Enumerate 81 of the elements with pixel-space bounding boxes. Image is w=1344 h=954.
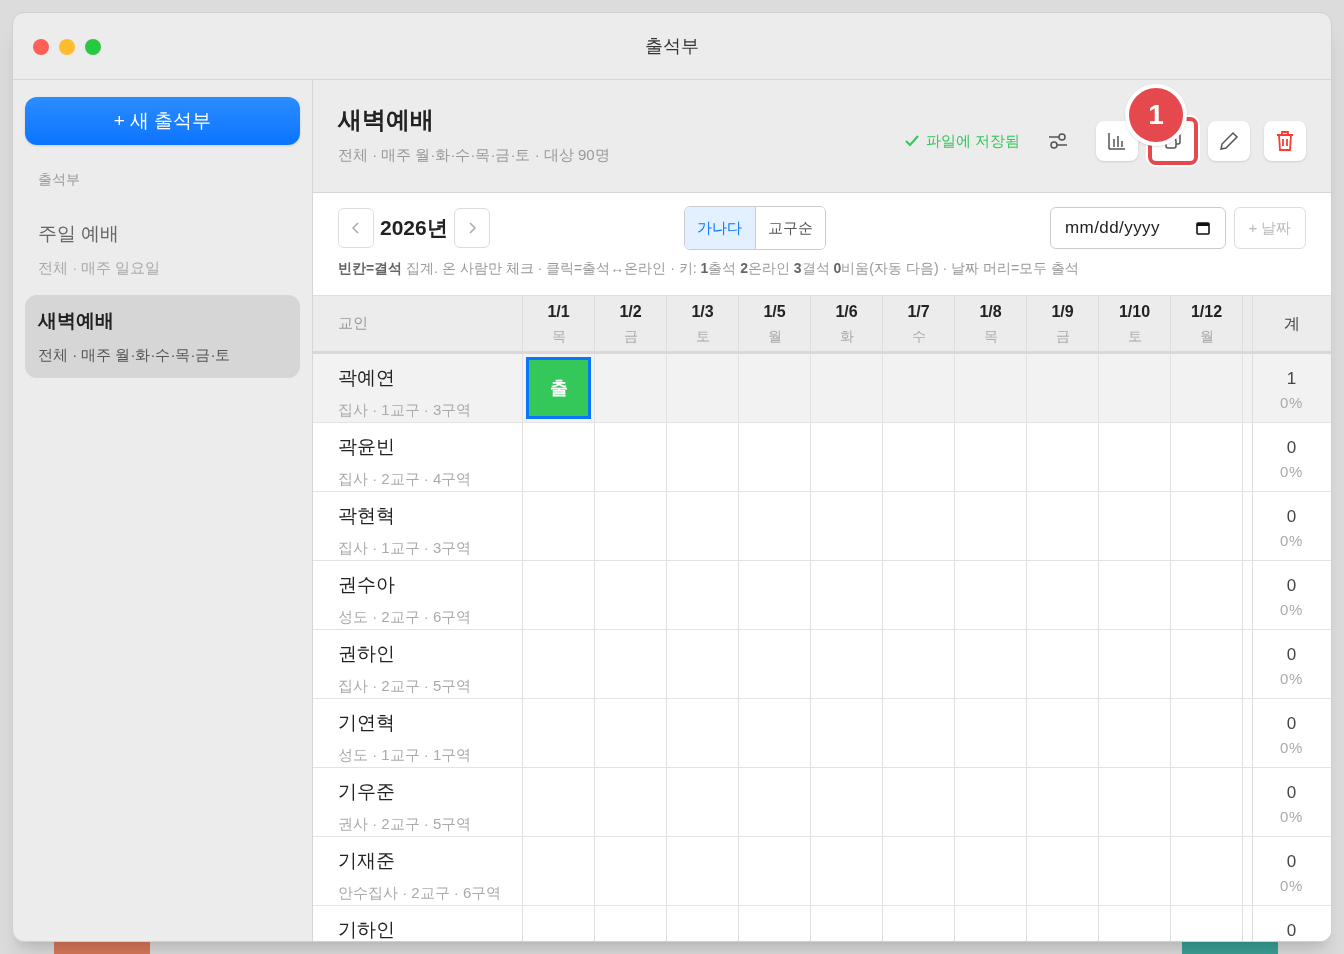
check-icon — [903, 134, 920, 148]
table-row[interactable]: 권하인 집사 · 2교구 · 5구역 0 0% — [313, 630, 1331, 699]
attendance-rate: 0% — [1279, 599, 1304, 620]
member-name: 기하인 — [338, 918, 396, 941]
attendance-count: 0 — [1286, 437, 1297, 459]
attendance-count: 0 — [1286, 644, 1297, 666]
sliders-icon[interactable] — [1048, 132, 1068, 150]
member-name: 곽현혁 — [338, 504, 396, 528]
edit-button[interactable] — [1208, 121, 1250, 161]
date-column-header[interactable]: 1/1 목 — [523, 296, 595, 351]
sidebar-item[interactable]: 주일 예배 전체 · 매주 일요일 — [25, 208, 300, 291]
sort-tab[interactable]: 교구순 — [754, 207, 825, 249]
zoom-window-button[interactable] — [85, 39, 101, 55]
attendance-count: 0 — [1286, 575, 1297, 597]
year-label: 2026년 — [380, 215, 448, 242]
window-title: 출석부 — [645, 34, 699, 58]
annotation-badge: 1 — [1125, 84, 1187, 146]
member-details: 집사 · 1교구 · 3구역 — [338, 537, 473, 558]
table-row[interactable]: 권수아 성도 · 2교구 · 6구역 0 0% — [313, 561, 1331, 630]
table-row[interactable]: 기재준 안수집사 · 2교구 · 6구역 0 0% — [313, 837, 1331, 906]
member-details: 성도 · 2교구 · 6구역 — [338, 606, 473, 627]
date-column-header[interactable]: 1/5 월 — [739, 296, 811, 351]
attendance-count: 1 — [1286, 368, 1297, 390]
new-attendance-book-button[interactable]: + 새 출석부 — [25, 97, 300, 145]
member-name: 권하인 — [338, 642, 396, 666]
table-row[interactable]: 곽현혁 집사 · 1교구 · 3구역 0 0% — [313, 492, 1331, 561]
attendance-rate: 0% — [1279, 806, 1304, 827]
attendance-rate: 0% — [1279, 668, 1304, 689]
member-details: 집사 · 2교구 · 4구역 — [338, 468, 473, 489]
date-input[interactable]: mm/dd/yyyy — [1050, 207, 1226, 249]
sort-tab[interactable]: 가나다 — [684, 207, 755, 249]
close-window-button[interactable] — [33, 39, 49, 55]
table-row[interactable]: 기연혁 성도 · 1교구 · 1구역 0 0% — [313, 699, 1331, 768]
member-name: 기연혁 — [338, 711, 396, 735]
table-row[interactable]: 곽예연 집사 · 1교구 · 3구역 출 1 0% — [313, 354, 1331, 423]
date-column-header[interactable]: 1/7 수 — [883, 296, 955, 351]
chevron-right-icon — [466, 221, 477, 235]
member-name: 기재준 — [338, 849, 396, 873]
date-column-header[interactable]: 1/3 토 — [667, 296, 739, 351]
attendance-count: 0 — [1286, 851, 1297, 873]
attendance-count: 0 — [1286, 920, 1297, 941]
member-details: 집사 · 1교구 · 3구역 — [338, 399, 473, 420]
member-details: 집사 · 2교구 · 5구역 — [338, 675, 473, 696]
book-subtitle: 전체 · 매주 월·화·수·목·금·토 · 대상 90명 — [338, 145, 611, 165]
trash-icon — [1275, 130, 1295, 152]
member-name: 기우준 — [338, 780, 396, 804]
member-details: 성도 · 1교구 · 1구역 — [338, 744, 473, 765]
attendance-count: 0 — [1286, 506, 1297, 528]
table-row[interactable]: 곽윤빈 집사 · 2교구 · 4구역 0 0% — [313, 423, 1331, 492]
date-column-header[interactable]: 1/8 목 — [955, 296, 1027, 351]
member-name: 곽윤빈 — [338, 435, 396, 459]
date-column-header[interactable]: 1/6 화 — [811, 296, 883, 351]
calendar-icon[interactable] — [1195, 220, 1211, 236]
attendance-rate: 0% — [1279, 461, 1304, 482]
chart-button[interactable] — [1096, 121, 1138, 161]
attendance-count: 0 — [1286, 782, 1297, 804]
section-label: 출석부 — [38, 170, 81, 189]
save-status: 파일에 저장됨 — [925, 130, 1020, 151]
attendance-count: 0 — [1286, 713, 1297, 735]
date-column-header[interactable]: 1/2 금 — [595, 296, 667, 351]
sidebar-item[interactable]: 새벽예배 전체 · 매주 월·화·수·목·금·토 — [25, 295, 300, 378]
pencil-icon — [1218, 130, 1240, 152]
book-title: 새벽예배 — [338, 105, 435, 135]
member-details: 권사 · 2교구 · 5구역 — [338, 813, 473, 834]
member-name: 곽예연 — [338, 366, 396, 390]
attendance-rate: 0% — [1279, 875, 1304, 896]
attendance-rate: 0% — [1279, 737, 1304, 758]
date-column-header[interactable]: 1/9 금 — [1027, 296, 1099, 351]
table-row[interactable]: 기우준 권사 · 2교구 · 5구역 0 0% — [313, 768, 1331, 837]
attendance-rate: 0% — [1279, 530, 1304, 551]
member-name: 권수아 — [338, 573, 396, 597]
bar-chart-icon — [1107, 131, 1127, 151]
attendance-rate: 0% — [1279, 392, 1304, 413]
member-details: 안수집사 · 2교구 · 6구역 — [338, 882, 503, 903]
chevron-left-icon — [351, 221, 361, 235]
date-column-header[interactable]: 1/12 월 — [1171, 296, 1243, 351]
column-header: 계 — [1282, 313, 1301, 334]
help-text: 빈칸=결석 집계. 온 사람만 체크 · 클릭=출석↔온라인 · 키: 1출석 2온라인 3결석 0비움(자동 다음) · 날짜 머리=모두 출석 — [338, 259, 1080, 278]
delete-button[interactable] — [1264, 121, 1306, 161]
date-column-header[interactable]: 1/10 토 — [1099, 296, 1171, 351]
column-header: 교인 — [313, 296, 523, 351]
